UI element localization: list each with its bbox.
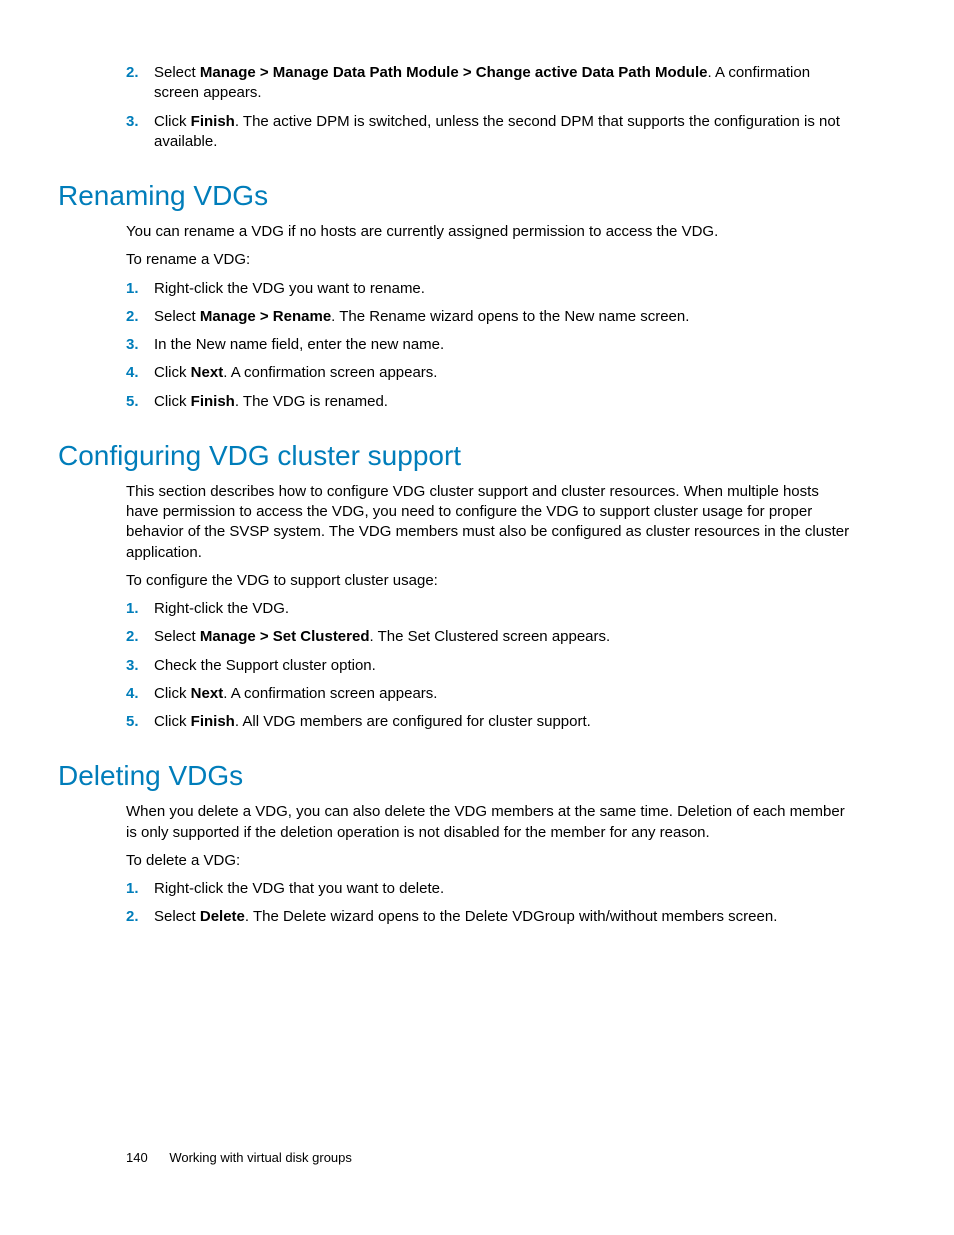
step-item: 4.Click Next. A confirmation screen appe… — [126, 363, 854, 383]
step-text: Click Finish. The active DPM is switched… — [154, 112, 854, 153]
step-text: Check the Support cluster option. — [154, 656, 854, 676]
page-number: 140 — [126, 1150, 148, 1165]
step-number: 2. — [126, 63, 154, 83]
step-number: 4. — [126, 363, 154, 383]
step-number: 3. — [126, 656, 154, 676]
step-item: 3.Check the Support cluster option. — [126, 656, 854, 676]
step-number: 2. — [126, 907, 154, 927]
step-item: 5.Click Finish. The VDG is renamed. — [126, 392, 854, 412]
step-item: 3.In the New name field, enter the new n… — [126, 335, 854, 355]
step-number: 1. — [126, 279, 154, 299]
step-item: 2.Select Manage > Manage Data Path Modul… — [126, 63, 854, 104]
step-item: 1.Right-click the VDG you want to rename… — [126, 279, 854, 299]
step-number: 4. — [126, 684, 154, 704]
step-text: Select Delete. The Delete wizard opens t… — [154, 907, 854, 927]
heading-deleting-vdgs: Deleting VDGs — [58, 760, 854, 792]
step-text: Click Next. A confirmation screen appear… — [154, 684, 854, 704]
page-footer: 140 Working with virtual disk groups — [126, 1150, 352, 1165]
step-text: Right-click the VDG that you want to del… — [154, 879, 854, 899]
heading-renaming-vdgs: Renaming VDGs — [58, 180, 854, 212]
step-text: Click Finish. All VDG members are config… — [154, 712, 854, 732]
step-text: Click Finish. The VDG is renamed. — [154, 392, 854, 412]
step-item: 5.Click Finish. All VDG members are conf… — [126, 712, 854, 732]
configuring-lead: To configure the VDG to support cluster … — [126, 571, 854, 591]
step-text: Right-click the VDG you want to rename. — [154, 279, 854, 299]
renaming-lead: To rename a VDG: — [126, 250, 854, 270]
renaming-steps-list: 1.Right-click the VDG you want to rename… — [126, 279, 854, 412]
step-number: 5. — [126, 712, 154, 732]
renaming-intro: You can rename a VDG if no hosts are cur… — [126, 222, 854, 242]
step-item: 3.Click Finish. The active DPM is switch… — [126, 112, 854, 153]
deleting-steps-list: 1.Right-click the VDG that you want to d… — [126, 879, 854, 928]
step-number: 5. — [126, 392, 154, 412]
step-text: In the New name field, enter the new nam… — [154, 335, 854, 355]
step-item: 2.Select Manage > Set Clustered. The Set… — [126, 627, 854, 647]
step-item: 4.Click Next. A confirmation screen appe… — [126, 684, 854, 704]
step-item: 2.Select Manage > Rename. The Rename wiz… — [126, 307, 854, 327]
deleting-intro: When you delete a VDG, you can also dele… — [126, 802, 854, 843]
step-number: 3. — [126, 112, 154, 132]
step-number: 1. — [126, 599, 154, 619]
heading-configuring-vdg-cluster: Configuring VDG cluster support — [58, 440, 854, 472]
step-number: 1. — [126, 879, 154, 899]
step-number: 3. — [126, 335, 154, 355]
step-text: Right-click the VDG. — [154, 599, 854, 619]
step-text: Select Manage > Set Clustered. The Set C… — [154, 627, 854, 647]
configuring-steps-list: 1.Right-click the VDG.2.Select Manage > … — [126, 599, 854, 732]
configuring-intro: This section describes how to configure … — [126, 482, 854, 563]
step-number: 2. — [126, 627, 154, 647]
step-item: 2.Select Delete. The Delete wizard opens… — [126, 907, 854, 927]
chapter-title: Working with virtual disk groups — [169, 1150, 352, 1165]
step-text: Select Manage > Manage Data Path Module … — [154, 63, 854, 104]
step-item: 1.Right-click the VDG. — [126, 599, 854, 619]
step-text: Select Manage > Rename. The Rename wizar… — [154, 307, 854, 327]
step-text: Click Next. A confirmation screen appear… — [154, 363, 854, 383]
step-item: 1.Right-click the VDG that you want to d… — [126, 879, 854, 899]
deleting-lead: To delete a VDG: — [126, 851, 854, 871]
step-number: 2. — [126, 307, 154, 327]
intro-steps-list: 2.Select Manage > Manage Data Path Modul… — [126, 63, 854, 152]
